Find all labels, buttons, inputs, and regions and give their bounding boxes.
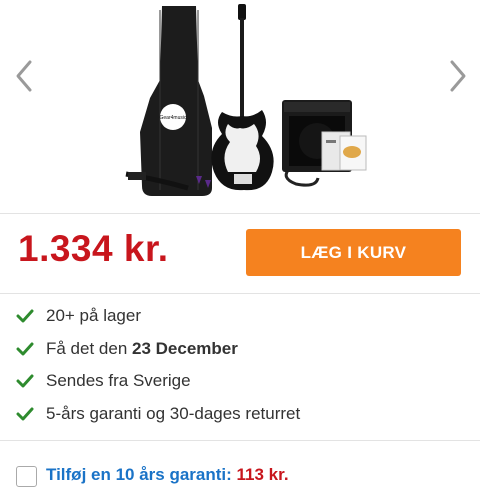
warranty-price: 113 kr. <box>236 465 289 484</box>
delivery-date: 23 December <box>132 338 238 358</box>
divider <box>0 293 480 294</box>
gig-bag-image: Gear4music <box>140 6 212 196</box>
carousel-next-button[interactable] <box>442 56 472 96</box>
check-icon <box>16 342 34 356</box>
feature-text: 20+ på lager <box>46 306 141 326</box>
add-to-cart-button[interactable]: LÆG I KURV <box>246 229 461 276</box>
product-image[interactable]: Gear4music <box>0 0 480 212</box>
chevron-left-icon <box>16 60 32 92</box>
chevron-right-icon <box>450 60 466 92</box>
divider <box>0 213 480 214</box>
extended-warranty-option[interactable]: Tilføj en 10 års garanti: 113 kr. <box>16 466 289 487</box>
feature-text: 5-års garanti og 30-dages returret <box>46 403 301 423</box>
feature-text: Få det den 23 December <box>46 339 238 359</box>
check-icon <box>16 309 34 323</box>
feature-text: Sendes fra Sverige <box>46 371 191 391</box>
feature-shipping-origin: Sendes fra Sverige <box>16 365 300 398</box>
feature-list: 20+ på lager Få det den 23 December Send… <box>16 300 300 430</box>
carousel-prev-button[interactable] <box>10 56 40 96</box>
product-price: 1.334 kr. <box>18 228 169 269</box>
divider <box>0 440 480 441</box>
check-icon <box>16 374 34 388</box>
check-icon <box>16 407 34 421</box>
feature-warranty: 5-års garanti og 30-dages returret <box>16 398 300 431</box>
warranty-label[interactable]: Tilføj en 10 års garanti: 113 kr. <box>46 466 289 484</box>
feature-delivery: Få det den 23 December <box>16 333 300 366</box>
delivery-prefix: Få det den <box>46 338 133 358</box>
warranty-checkbox[interactable] <box>16 466 37 487</box>
warranty-label-text: Tilføj en 10 års garanti: <box>46 465 232 484</box>
bass-guitar-image <box>211 4 274 191</box>
dvd-booklet-image <box>321 131 367 171</box>
feature-stock: 20+ på lager <box>16 300 300 333</box>
gigbag-logo-text: Gear4music <box>160 115 187 121</box>
